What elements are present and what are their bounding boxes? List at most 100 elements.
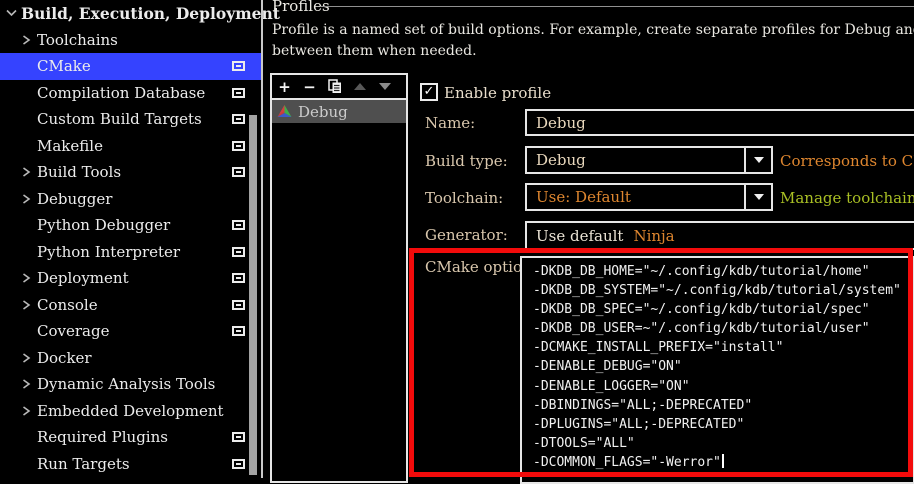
sidebar-item-run-targets[interactable]: Run Targets [0, 451, 262, 478]
name-label: Name: [425, 114, 475, 132]
sidebar-item-python-debugger[interactable]: Python Debugger [0, 212, 262, 239]
sidebar-item-label: Coverage [37, 322, 109, 340]
name-value: Debug [536, 114, 586, 132]
profiles-list-panel: + − Debug [270, 73, 408, 483]
generator-value-accent: Ninja [633, 227, 674, 245]
sidebar-item-docker[interactable]: Docker [0, 345, 262, 372]
combo-dropdown-button[interactable] [744, 148, 771, 172]
sidebar-item-debugger[interactable]: Debugger [0, 186, 262, 213]
cmake-settings-panel: Profiles Profile is a named set of build… [263, 0, 914, 478]
generator-label: Generator: [425, 226, 508, 244]
sidebar-item-label: Docker [37, 349, 92, 367]
project-setting-icon [232, 300, 245, 310]
arrow-up-icon [354, 83, 366, 90]
project-setting-icon [232, 247, 245, 257]
chevron-right-icon[interactable] [22, 378, 37, 390]
chevron-right-icon[interactable] [22, 299, 37, 311]
arrow-down-icon [379, 83, 391, 90]
enable-profile-checkbox[interactable]: ✓ [420, 83, 438, 101]
sidebar-item-label: Python Interpreter [37, 243, 180, 261]
cmake-options-textarea[interactable]: -DKDB_DB_HOME="~/.config/kdb/tutorial/ho… [520, 256, 914, 484]
toolchain-label: Toolchain: [425, 189, 503, 207]
text-caret [722, 454, 724, 468]
build-type-label: Build type: [425, 152, 508, 170]
build-type-hint: Corresponds to CMAKE [780, 152, 914, 170]
chevron-right-icon[interactable] [22, 405, 37, 417]
sidebar-item-build-tools[interactable]: Build Tools [0, 159, 262, 186]
sidebar-item-label: Compilation Database [37, 84, 205, 102]
project-setting-icon [232, 432, 245, 442]
profile-name-label: Debug [298, 103, 348, 121]
cmake-option-line: -DKDB_DB_HOME="~/.config/kdb/tutorial/ho… [533, 262, 913, 281]
sidebar-tree: Toolchains CMake Compilation Database Custo… [0, 27, 262, 478]
cmake-option-line: -DKDB_DB_USER=~"/.config/kdb/tutorial/us… [533, 319, 913, 338]
cmake-option-line: -DBINDINGS="ALL;-DEPRECATED" [533, 396, 913, 415]
generator-value: Use default [536, 227, 623, 245]
sidebar-item-label: Debugger [37, 190, 112, 208]
name-input[interactable]: Debug [525, 109, 914, 136]
chevron-down-icon [754, 194, 764, 200]
generator-field[interactable]: Use default Ninja [525, 221, 914, 250]
cmake-option-line: -DKDB_DB_SPEC="~/.config/kdb/tutorial/sp… [533, 300, 913, 319]
chevron-right-icon[interactable] [22, 34, 37, 46]
sidebar-item-dynamic-analysis-tools[interactable]: Dynamic Analysis Tools [0, 371, 262, 398]
sidebar-item-cmake[interactable]: CMake [0, 53, 262, 80]
project-setting-icon [232, 114, 245, 124]
profiles-toolbar: + − [272, 75, 406, 100]
section-rule [320, 6, 914, 7]
sidebar-item-embedded-development[interactable]: Embedded Development [0, 398, 262, 425]
copy-icon [328, 79, 342, 94]
enable-profile-label[interactable]: Enable profile [444, 84, 551, 102]
sidebar-item-python-interpreter[interactable]: Python Interpreter [0, 239, 262, 266]
sidebar-group-label: Build, Execution, Deployment [21, 4, 280, 23]
sidebar-item-label: Required Plugins [37, 428, 168, 446]
sidebar-group-build-execution-deployment[interactable]: Build, Execution, Deployment [0, 0, 262, 27]
cmake-option-line: -DTOOLS="ALL" [533, 434, 913, 453]
project-setting-icon [232, 61, 245, 71]
sidebar-item-toolchains[interactable]: Toolchains [0, 27, 262, 54]
chevron-right-icon[interactable] [22, 352, 37, 364]
build-type-value: Debug [536, 151, 586, 169]
move-up-button[interactable] [347, 75, 372, 98]
cmake-option-line: -DENABLE_DEBUG="ON" [533, 357, 913, 376]
sidebar-item-label: Dynamic Analysis Tools [37, 375, 215, 393]
sidebar-item-custom-build-targets[interactable]: Custom Build Targets [0, 106, 262, 133]
profiles-description: Profile is a named set of build options.… [272, 20, 914, 61]
manage-toolchains-link[interactable]: Manage toolchains... [780, 189, 914, 207]
sidebar-item-compilation-database[interactable]: Compilation Database [0, 80, 262, 107]
sidebar-item-label: Python Debugger [37, 216, 170, 234]
sidebar-item-deployment[interactable]: Deployment [0, 265, 262, 292]
chevron-right-icon[interactable] [22, 193, 37, 205]
copy-profile-button[interactable] [322, 75, 347, 98]
sidebar-item-label: Toolchains [37, 31, 118, 49]
toolchain-value: Use: Default [536, 188, 631, 206]
chevron-down-icon [754, 157, 764, 163]
cmake-option-line: -DCOMMON_FLAGS="-Werror" [533, 453, 913, 472]
settings-tree-sidebar: Build, Execution, Deployment Toolchains C… [0, 0, 262, 478]
cmake-option-line: -DENABLE_LOGGER="ON" [533, 377, 913, 396]
add-profile-button[interactable]: + [272, 75, 297, 98]
sidebar-item-coverage[interactable]: Coverage [0, 318, 262, 345]
combo-dropdown-button[interactable] [744, 185, 771, 209]
chevron-right-icon[interactable] [22, 272, 37, 284]
project-setting-icon [232, 88, 245, 98]
cmake-option-line: -DPLUGINS="ALL;-DEPRECATED" [533, 415, 913, 434]
cmake-logo-icon [277, 105, 292, 118]
chevron-right-icon[interactable] [22, 166, 37, 178]
sidebar-item-makefile[interactable]: Makefile [0, 133, 262, 160]
project-setting-icon [232, 141, 245, 151]
sidebar-scrollbar-thumb[interactable] [249, 115, 257, 475]
toolchain-combobox[interactable]: Use: Default [525, 183, 773, 211]
sidebar-item-label: Run Targets [37, 455, 130, 473]
move-down-button[interactable] [372, 75, 397, 98]
remove-profile-button[interactable]: − [297, 75, 322, 98]
sidebar-item-required-plugins[interactable]: Required Plugins [0, 424, 262, 451]
sidebar-item-label: Deployment [37, 269, 129, 287]
sidebar-item-label: CMake [37, 57, 91, 75]
build-type-combobox[interactable]: Debug [525, 146, 773, 174]
sidebar-item-label: Makefile [37, 137, 103, 155]
project-setting-icon [232, 273, 245, 283]
profiles-description-line1: Profile is a named set of build options.… [272, 20, 914, 41]
sidebar-item-console[interactable]: Console [0, 292, 262, 319]
profile-list-item-debug[interactable]: Debug [272, 100, 406, 123]
